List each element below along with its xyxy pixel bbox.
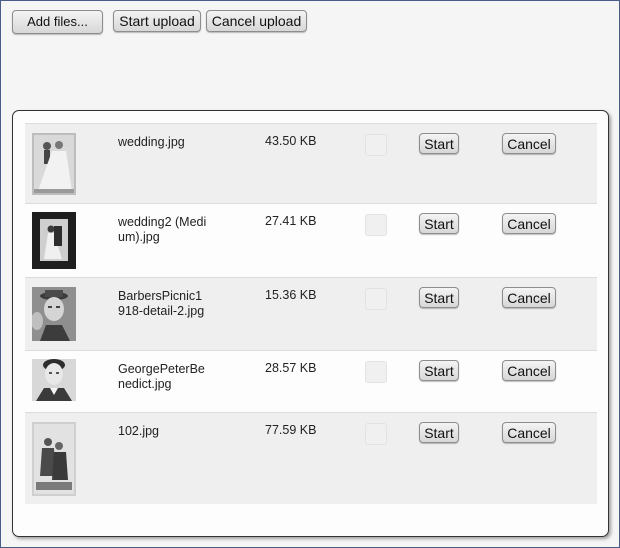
barbers-picnic-photo-thumbnail [32,287,76,341]
file-select-checkbox[interactable] [365,361,387,383]
file-size: 15.36 KB [265,288,317,302]
file-row: BarbersPicnic1918-detail-2.jpg 15.36 KB … [25,277,597,350]
file-size: 28.57 KB [265,361,317,375]
file-select-checkbox[interactable] [365,423,387,445]
start-button[interactable]: Start [419,422,459,443]
file-size: 77.59 KB [265,423,317,437]
cancel-upload-button[interactable]: Cancel upload [206,10,307,32]
george-peter-benedict-photo-thumbnail [32,359,76,401]
cancel-button[interactable]: Cancel [502,422,556,443]
file-name: wedding.jpg [118,135,185,149]
file-name: 102.jpg [118,424,160,438]
102-photo-thumbnail [32,422,76,496]
start-button[interactable]: Start [419,133,459,154]
file-size: 27.41 KB [265,214,317,228]
start-button[interactable]: Start [419,213,459,234]
cancel-button[interactable]: Cancel [502,360,556,381]
wedding-photo-thumbnail [32,133,76,195]
file-size: 43.50 KB [265,134,317,148]
file-name: BarbersPicnic1918-detail-2.jpg [118,289,205,318]
file-name: wedding2 (Medium).jpg [118,215,207,244]
wedding2-photo-thumbnail [32,212,76,269]
file-select-checkbox[interactable] [365,288,387,310]
add-files-button[interactable]: Add files... [12,10,103,34]
file-select-checkbox[interactable] [365,214,387,236]
cancel-button[interactable]: Cancel [502,213,556,234]
start-button[interactable]: Start [419,287,459,308]
cancel-button[interactable]: Cancel [502,287,556,308]
file-name: GeorgePeterBenedict.jpg [118,362,205,391]
file-select-checkbox[interactable] [365,134,387,156]
file-row: wedding2 (Medium).jpg 27.41 KB Start Can… [25,203,597,277]
file-list: wedding.jpg 43.50 KB Start Cancel weddin… [25,123,597,504]
file-row: wedding.jpg 43.50 KB Start Cancel [25,123,597,203]
file-row: GeorgePeterBenedict.jpg 28.57 KB Start C… [25,350,597,412]
cancel-button[interactable]: Cancel [502,133,556,154]
start-button[interactable]: Start [419,360,459,381]
file-queue-panel: wedding.jpg 43.50 KB Start Cancel weddin… [12,110,609,537]
start-upload-button[interactable]: Start upload [113,10,201,32]
file-row: 102.jpg 77.59 KB Start Cancel [25,412,597,504]
